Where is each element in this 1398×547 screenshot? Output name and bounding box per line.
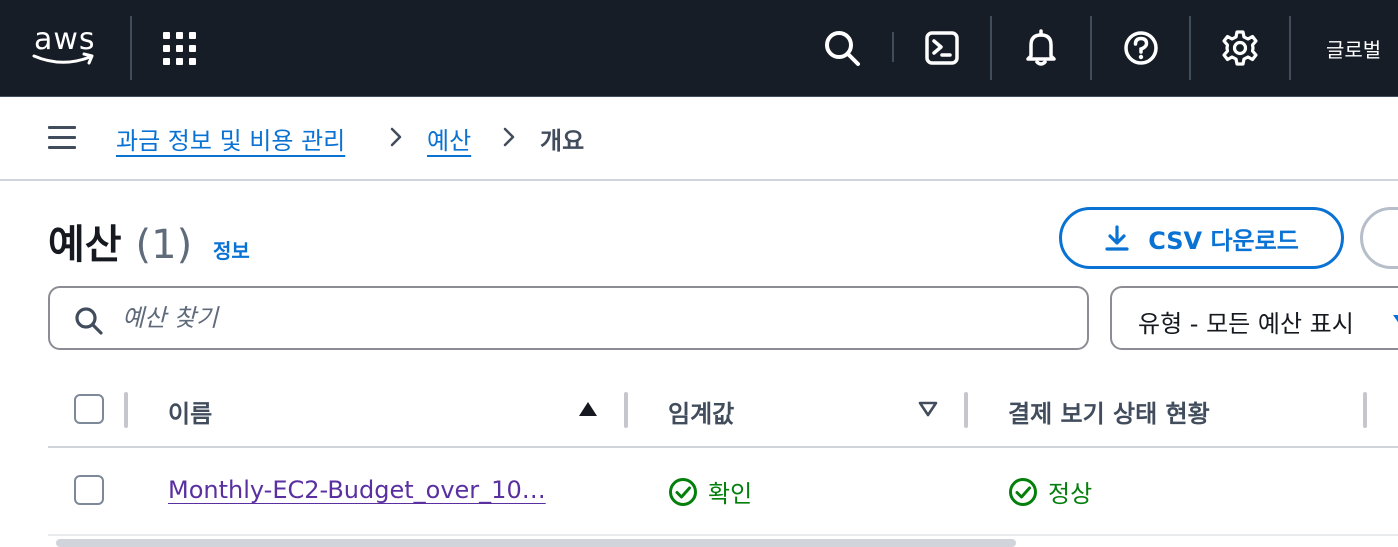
horizontal-scrollbar[interactable] — [56, 539, 1016, 547]
aws-smile-icon — [32, 52, 94, 65]
cloudshell-icon[interactable] — [922, 28, 962, 68]
column-divider[interactable] — [964, 392, 968, 428]
success-check-icon — [669, 477, 697, 506]
nav-divider — [892, 32, 894, 62]
budget-search[interactable] — [48, 286, 1089, 350]
column-header-name[interactable]: 이름 — [168, 394, 212, 429]
nav-divider — [990, 16, 992, 80]
chevron-right-icon — [503, 127, 515, 147]
sort-ascending-icon[interactable] — [578, 401, 598, 417]
budget-name-link[interactable]: Monthly-EC2-Budget_over_10… — [168, 476, 584, 504]
download-icon — [1105, 225, 1129, 251]
breadcrumb-current: 개요 — [540, 127, 585, 155]
settings-icon[interactable] — [1220, 28, 1260, 68]
page-count: (1) — [135, 222, 193, 268]
column-divider[interactable] — [1363, 392, 1367, 428]
type-filter-label: 유형 - 모든 예산 표시 — [1138, 310, 1354, 338]
nav-divider — [1289, 16, 1291, 80]
search-icon[interactable] — [822, 28, 862, 68]
column-divider[interactable] — [624, 392, 628, 428]
breadcrumb-billing[interactable]: 과금 정보 및 비용 관리 — [116, 121, 345, 156]
threshold-status-text: 확인 — [708, 480, 753, 508]
sort-descending-icon[interactable] — [918, 401, 938, 417]
page-title-text: 예산 — [48, 222, 122, 268]
billing-status: 정상 — [1008, 474, 1092, 509]
search-icon — [75, 307, 103, 335]
billing-status-text: 정상 — [1048, 480, 1093, 508]
help-icon[interactable] — [1121, 28, 1161, 68]
search-input[interactable] — [122, 298, 1062, 338]
select-all-checkbox[interactable] — [74, 394, 104, 424]
breadcrumb-budgets[interactable]: 예산 — [427, 121, 471, 156]
breadcrumb-bar: 과금 정보 및 비용 관리 예산 개요 — [0, 97, 1398, 181]
notifications-icon[interactable] — [1021, 28, 1061, 68]
row-checkbox[interactable] — [74, 475, 104, 505]
top-navigation: aws 글로벌 — [0, 0, 1398, 97]
info-link[interactable]: 정보 — [213, 235, 250, 264]
table-row: Monthly-EC2-Budget_over_10… 확인 정상 — [48, 448, 1398, 536]
threshold-status: 확인 — [668, 474, 752, 509]
aws-logo[interactable]: aws — [32, 22, 102, 70]
nav-divider — [130, 16, 132, 80]
chevron-right-icon — [390, 127, 402, 147]
caret-down-icon — [1393, 315, 1398, 323]
csv-download-button[interactable]: CSV 다운로드 — [1059, 207, 1344, 269]
apps-grid-icon[interactable] — [163, 32, 197, 66]
region-selector[interactable]: 글로벌 — [1326, 34, 1381, 63]
menu-icon[interactable] — [48, 126, 76, 150]
csv-download-label: CSV 다운로드 — [1148, 226, 1299, 255]
nav-divider — [1189, 16, 1191, 80]
page-title: 예산 (1) — [48, 212, 192, 270]
success-check-icon — [1009, 477, 1037, 506]
table-header: 이름 임계값 결제 보기 상태 현황 — [48, 372, 1398, 448]
column-header-billing-status[interactable]: 결제 보기 상태 현황 — [1008, 394, 1210, 429]
type-filter-select[interactable]: 유형 - 모든 예산 표시 — [1110, 286, 1398, 350]
nav-divider — [1090, 16, 1092, 80]
column-header-threshold[interactable]: 임계값 — [668, 394, 734, 429]
column-divider — [124, 392, 128, 428]
secondary-button[interactable] — [1360, 207, 1398, 269]
